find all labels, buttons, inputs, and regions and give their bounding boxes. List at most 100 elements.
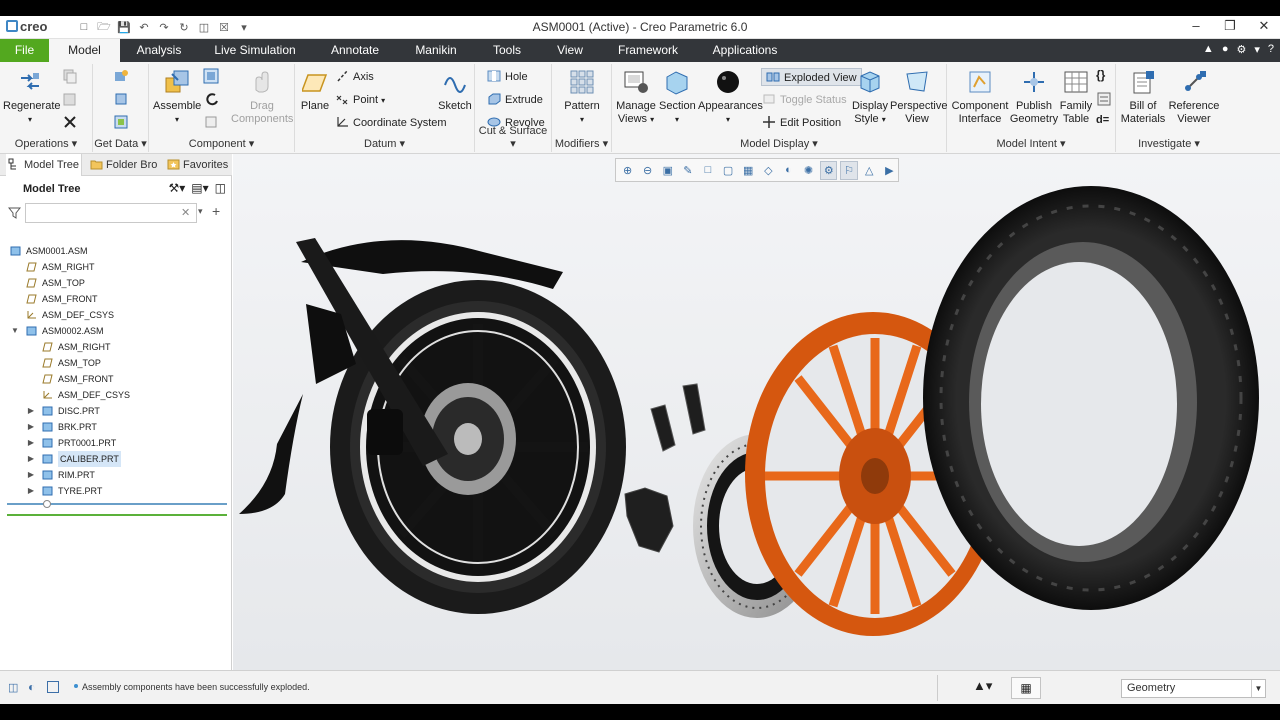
hole-button[interactable]: Hole <box>487 68 528 86</box>
repeat-icon[interactable] <box>203 91 219 107</box>
full-screen-icon[interactable] <box>47 681 59 693</box>
tree-item[interactable]: ASM_TOP <box>0 355 232 371</box>
axis-button[interactable]: Axis <box>335 68 374 86</box>
group-label-operations[interactable]: Operations ▾ <box>0 137 92 150</box>
coordinate-system-button[interactable]: Coordinate System <box>335 114 447 132</box>
group-label-component[interactable]: Component ▾ <box>149 137 294 150</box>
expand-icon[interactable]: ▶ <box>26 483 36 499</box>
tab-annotate[interactable]: Annotate <box>322 39 388 62</box>
assemble-button[interactable]: Assemble ▾ <box>153 66 201 126</box>
clear-filter-icon[interactable]: ✕ <box>181 206 190 219</box>
group-label-modifiers[interactable]: Modifiers ▾ <box>552 137 611 150</box>
user-defined-feature-icon[interactable] <box>113 68 129 84</box>
open-file-icon[interactable]: 🗁 <box>96 19 112 35</box>
add-filter-icon[interactable]: + <box>212 203 220 219</box>
package-icon[interactable] <box>203 114 219 130</box>
switch-dimensions-icon[interactable]: d= <box>1096 114 1112 130</box>
tree-item[interactable]: ASM_DEF_CSYS <box>0 307 232 323</box>
tab-framework[interactable]: Framework <box>611 39 685 62</box>
caliper-part[interactable] <box>624 487 674 553</box>
tab-live-simulation[interactable]: Live Simulation <box>208 39 302 62</box>
tree-search-input[interactable] <box>25 203 197 223</box>
tab-manikin[interactable]: Manikin <box>406 39 466 62</box>
dropdown-icon[interactable]: ▾ <box>1254 43 1260 56</box>
parameters-icon[interactable] <box>1096 91 1112 107</box>
tree-item[interactable]: ASM_RIGHT <box>0 259 232 275</box>
save-icon[interactable]: 💾 <box>116 19 132 35</box>
expand-icon[interactable]: ▶ <box>26 467 36 483</box>
group-label-datum[interactable]: Datum ▾ <box>295 137 474 150</box>
close-window-icon[interactable]: ☒ <box>216 19 232 35</box>
paste-icon[interactable] <box>62 91 78 107</box>
tree-item[interactable]: ASM_FRONT <box>0 371 232 387</box>
appearances-button[interactable]: Appearances ▾ <box>698 66 763 126</box>
exploded-view-button[interactable]: Exploded View <box>761 68 862 86</box>
tree-item[interactable]: ▶ TYRE.PRT <box>0 483 232 499</box>
tab-tools[interactable]: Tools <box>484 39 530 62</box>
collapse-icon[interactable]: ▼ <box>10 323 20 339</box>
tree-item[interactable]: ASM_RIGHT <box>0 339 232 355</box>
tree-item[interactable]: ASM_FRONT <box>0 291 232 307</box>
point-button[interactable]: Point ▾ <box>335 91 385 109</box>
help-center-icon[interactable]: ● <box>1222 43 1229 56</box>
drag-components-button[interactable]: Drag Components <box>231 66 293 126</box>
tab-model-tree[interactable]: Model Tree <box>6 154 82 176</box>
publish-geometry-button[interactable]: Publish Geometry <box>1009 66 1059 126</box>
sketch-button[interactable]: Sketch <box>437 66 473 113</box>
minimize-icon[interactable]: – <box>1188 18 1204 34</box>
maximize-icon[interactable]: ❐ <box>1222 18 1238 34</box>
filter-dropdown-icon[interactable]: ▾ <box>198 206 203 217</box>
redo-icon[interactable]: ↷ <box>156 19 172 35</box>
tree-item[interactable]: ASM0001.ASM <box>0 243 232 259</box>
tree-settings-icon[interactable]: ⚒▾ <box>169 181 186 195</box>
new-file-icon[interactable]: □ <box>76 19 92 35</box>
expand-icon[interactable]: ▶ <box>26 419 36 435</box>
brake-pad-part[interactable] <box>650 383 706 452</box>
tab-model[interactable]: Model <box>49 39 120 62</box>
selection-icon[interactable]: ▦ <box>1011 677 1041 699</box>
group-label-investigate[interactable]: Investigate ▾ <box>1116 137 1222 150</box>
component-interface-button[interactable]: Component Interface <box>951 66 1009 126</box>
customize-qat-icon[interactable]: ▾ <box>236 19 252 35</box>
reference-viewer-button[interactable]: Reference Viewer <box>1168 66 1220 126</box>
close-icon[interactable]: ✕ <box>1256 18 1272 34</box>
graphics-window[interactable]: ⊕ ⊖ ▣ ✎ □ ▢ ▦ ◇ ◐ ✺ ⚙ ⚐ △ ▶ <box>233 154 1280 670</box>
insert-handle[interactable] <box>43 500 51 508</box>
expand-icon[interactable]: ▶ <box>26 451 36 467</box>
undo-icon[interactable]: ↶ <box>136 19 152 35</box>
tab-file[interactable]: File <box>0 39 49 62</box>
section-button[interactable]: Section ▾ <box>659 66 696 126</box>
tree-item[interactable]: ▶ BRK.PRT <box>0 419 232 435</box>
insert-here-indicator[interactable] <box>7 514 227 516</box>
shrinkwrap-icon[interactable] <box>113 114 129 130</box>
family-table-button[interactable]: Family Table <box>1059 66 1093 126</box>
tab-applications[interactable]: Applications <box>704 39 786 62</box>
show-icon[interactable]: ▤▾ <box>191 181 208 195</box>
regenerate-icon[interactable]: ↻ <box>176 19 192 35</box>
browser-icon[interactable]: ◐ <box>28 680 35 694</box>
expand-icon[interactable]: ▶ <box>26 435 36 451</box>
tab-folder-browser[interactable]: Folder Bro <box>88 154 158 176</box>
help-icon[interactable]: ? <box>1268 43 1274 56</box>
collapse-ribbon-icon[interactable]: ▲ <box>1203 43 1214 56</box>
group-label-get-data[interactable]: Get Data ▾ <box>93 137 148 150</box>
selection-filter-select[interactable]: Geometry ▼ <box>1121 679 1266 698</box>
delete-icon[interactable] <box>62 114 78 130</box>
tab-view[interactable]: View <box>548 39 592 62</box>
regenerate-button[interactable]: Regenerate ▾ <box>3 66 61 126</box>
copy-geometry-icon[interactable] <box>113 91 129 107</box>
tree-item[interactable]: ▶ PRT0001.PRT <box>0 435 232 451</box>
tree-item[interactable]: ASM_TOP <box>0 275 232 291</box>
pattern-button[interactable]: Pattern ▾ <box>562 66 602 126</box>
plane-button[interactable]: Plane <box>299 66 331 113</box>
tree-item[interactable]: ▶ CALIBER.PRT <box>0 451 232 467</box>
group-label-model-display[interactable]: Model Display ▾ <box>612 137 946 150</box>
tab-analysis[interactable]: Analysis <box>128 39 190 62</box>
toggle-status-button[interactable]: Toggle Status <box>762 91 847 109</box>
edit-position-button[interactable]: Edit Position <box>762 114 841 132</box>
tree-item[interactable]: ASM_DEF_CSYS <box>0 387 232 403</box>
windows-icon[interactable]: ◫ <box>196 19 212 35</box>
expand-icon[interactable]: ▶ <box>26 403 36 419</box>
group-label-cut-surface[interactable]: Cut & Surface ▾ <box>475 125 551 150</box>
tree-item[interactable]: ▶ DISC.PRT <box>0 403 232 419</box>
